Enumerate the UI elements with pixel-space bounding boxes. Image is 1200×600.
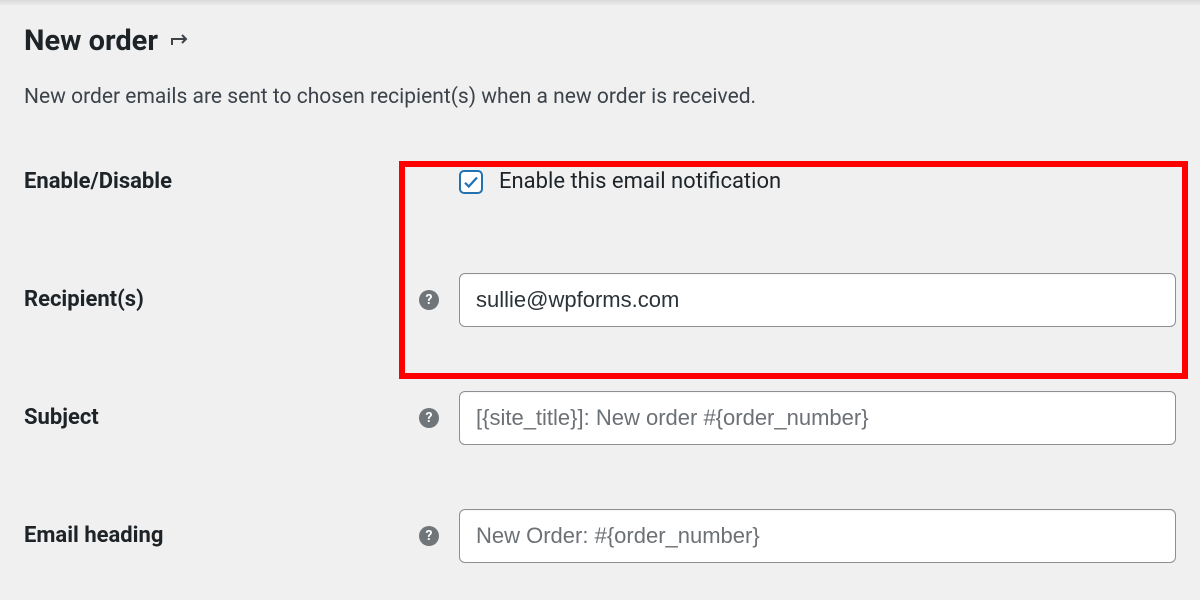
field-email-heading [459, 509, 1176, 563]
subject-input[interactable] [459, 391, 1176, 445]
help-icon[interactable]: ? [419, 290, 439, 310]
label-recipients: Recipient(s) [24, 287, 419, 312]
row-recipients: Recipient(s) ? [24, 268, 1176, 332]
field-recipients [459, 273, 1176, 327]
enable-checkbox-label: Enable this email notification [499, 169, 781, 194]
page-title: New order [24, 24, 1176, 58]
help-col-subject: ? [419, 408, 459, 428]
label-enable: Enable/Disable [24, 169, 419, 194]
recipients-input[interactable] [459, 273, 1176, 327]
help-icon[interactable]: ? [419, 526, 439, 546]
page-title-text: New order [24, 24, 158, 58]
enable-checkbox-wrap[interactable]: Enable this email notification [459, 169, 781, 194]
email-heading-input[interactable] [459, 509, 1176, 563]
label-email-heading: Email heading [24, 523, 419, 548]
field-subject [459, 391, 1176, 445]
settings-panel: New order New order emails are sent to c… [0, 0, 1200, 568]
row-email-heading: Email heading ? [24, 504, 1176, 568]
page-description: New order emails are sent to chosen reci… [24, 82, 1176, 114]
back-link[interactable] [168, 31, 192, 55]
help-col-recipients: ? [419, 290, 459, 310]
return-up-icon [168, 31, 192, 55]
help-col-email-heading: ? [419, 526, 459, 546]
field-enable: Enable this email notification [459, 169, 1176, 194]
row-enable: Enable/Disable Enable this email notific… [24, 150, 1176, 214]
label-subject: Subject [24, 405, 419, 430]
help-icon[interactable]: ? [419, 408, 439, 428]
row-subject: Subject ? [24, 386, 1176, 450]
check-icon [462, 173, 480, 191]
enable-checkbox[interactable] [459, 170, 483, 194]
